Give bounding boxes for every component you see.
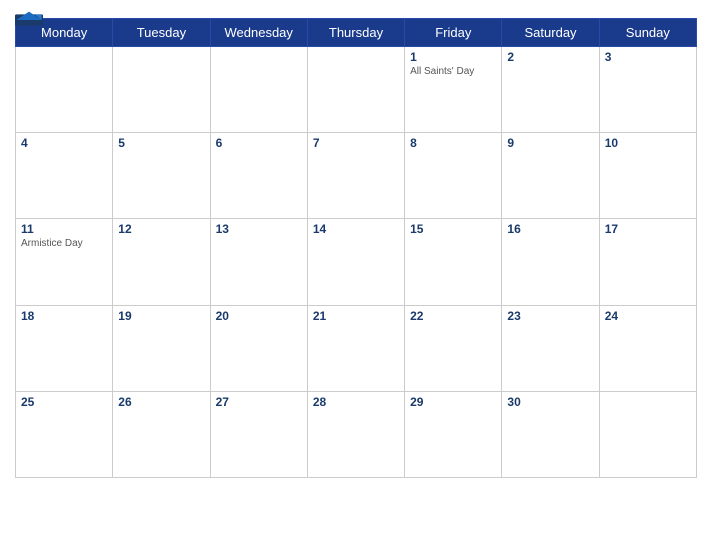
day-number: 26 (118, 395, 204, 409)
day-number: 21 (313, 309, 399, 323)
day-number: 8 (410, 136, 496, 150)
calendar-cell: 17 (599, 219, 696, 305)
day-number: 13 (216, 222, 302, 236)
day-number: 9 (507, 136, 593, 150)
day-number: 27 (216, 395, 302, 409)
calendar-cell: 10 (599, 133, 696, 219)
day-number: 3 (605, 50, 691, 64)
day-number: 6 (216, 136, 302, 150)
day-number: 16 (507, 222, 593, 236)
calendar-cell: 29 (405, 391, 502, 477)
calendar-cell: 2 (502, 47, 599, 133)
day-number: 19 (118, 309, 204, 323)
day-number: 20 (216, 309, 302, 323)
calendar-cell: 11 Armistice Day (16, 219, 113, 305)
holiday-name: All Saints' Day (410, 66, 496, 77)
day-number: 2 (507, 50, 593, 64)
calendar-cell: 26 (113, 391, 210, 477)
day-number: 7 (313, 136, 399, 150)
weekday-header-saturday: Saturday (502, 19, 599, 47)
calendar-cell: 19 (113, 305, 210, 391)
weekday-header-sunday: Sunday (599, 19, 696, 47)
calendar-cell: 18 (16, 305, 113, 391)
day-number: 10 (605, 136, 691, 150)
calendar-cell: 13 (210, 219, 307, 305)
calendar-cell (113, 47, 210, 133)
day-number: 18 (21, 309, 107, 323)
day-number: 12 (118, 222, 204, 236)
calendar-cell: 28 (307, 391, 404, 477)
calendar-cell: 14 (307, 219, 404, 305)
logo-icon (15, 10, 43, 30)
day-number: 17 (605, 222, 691, 236)
day-number: 14 (313, 222, 399, 236)
calendar-cell (16, 47, 113, 133)
week-row-1: 456789 10 (16, 133, 697, 219)
week-row-3: 18 19 20 21 22 23 24 (16, 305, 697, 391)
calendar-cell: 23 (502, 305, 599, 391)
day-number: 15 (410, 222, 496, 236)
calendar-cell: 4 (16, 133, 113, 219)
day-number: 30 (507, 395, 593, 409)
week-row-0: 1 All Saints' Day 23 (16, 47, 697, 133)
calendar-cell: 16 (502, 219, 599, 305)
calendar-cell (210, 47, 307, 133)
day-number: 5 (118, 136, 204, 150)
calendar-cell: 20 (210, 305, 307, 391)
calendar-cell: 9 (502, 133, 599, 219)
calendar-cell: 1 All Saints' Day (405, 47, 502, 133)
weekday-header-row: MondayTuesdayWednesdayThursdayFridaySatu… (16, 19, 697, 47)
calendar-cell (599, 391, 696, 477)
calendar-cell: 12 (113, 219, 210, 305)
calendar-cell: 15 (405, 219, 502, 305)
weekday-header-friday: Friday (405, 19, 502, 47)
day-number: 4 (21, 136, 107, 150)
calendar-cell: 30 (502, 391, 599, 477)
calendar-cell: 25 (16, 391, 113, 477)
weekday-header-thursday: Thursday (307, 19, 404, 47)
calendar-cell: 27 (210, 391, 307, 477)
day-number: 22 (410, 309, 496, 323)
calendar-cell: 22 (405, 305, 502, 391)
weekday-header-tuesday: Tuesday (113, 19, 210, 47)
holiday-name: Armistice Day (21, 238, 107, 249)
day-number: 25 (21, 395, 107, 409)
logo (15, 10, 43, 30)
day-number: 24 (605, 309, 691, 323)
calendar-cell: 3 (599, 47, 696, 133)
calendar-container: MondayTuesdayWednesdayThursdayFridaySatu… (0, 0, 712, 550)
calendar-cell: 24 (599, 305, 696, 391)
calendar-cell: 7 (307, 133, 404, 219)
calendar-cell: 21 (307, 305, 404, 391)
day-number: 23 (507, 309, 593, 323)
weekday-header-wednesday: Wednesday (210, 19, 307, 47)
week-row-4: 25 26 27 28 29 30 (16, 391, 697, 477)
calendar-cell: 6 (210, 133, 307, 219)
calendar-cell: 8 (405, 133, 502, 219)
calendar-table: MondayTuesdayWednesdayThursdayFridaySatu… (15, 18, 697, 478)
day-number: 11 (21, 222, 107, 236)
calendar-cell: 5 (113, 133, 210, 219)
day-number: 1 (410, 50, 496, 64)
calendar-cell (307, 47, 404, 133)
week-row-2: 11 Armistice Day 12 13 14 15 16 17 (16, 219, 697, 305)
day-number: 28 (313, 395, 399, 409)
day-number: 29 (410, 395, 496, 409)
